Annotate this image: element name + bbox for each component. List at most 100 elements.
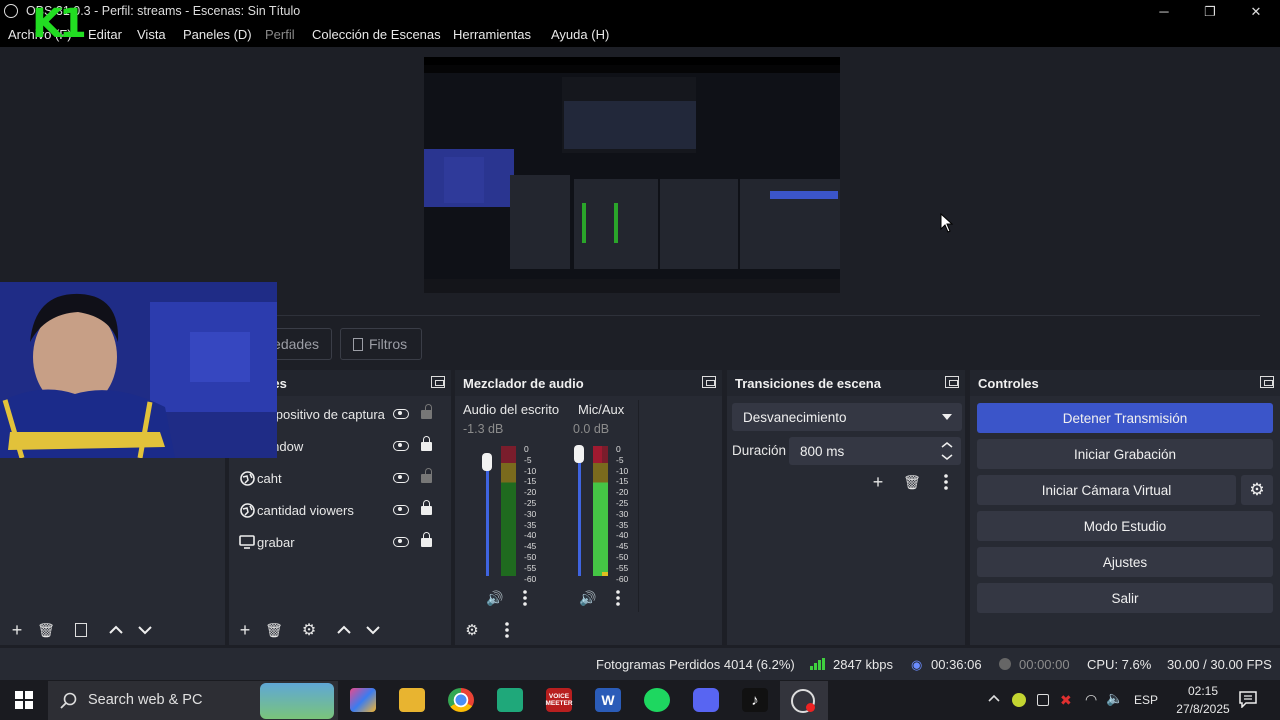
lock-icon[interactable]: [421, 467, 432, 483]
meter-scale-tick: -30: [616, 508, 629, 519]
remove-source-button[interactable]: 🗑: [263, 619, 285, 641]
studio-mode-button[interactable]: Modo Estudio: [977, 511, 1273, 541]
volume-fader-knob[interactable]: [574, 445, 584, 463]
add-source-button[interactable]: +: [234, 619, 256, 641]
audio-mixer-dock: Mezclador de audio Audio del escrito -1.…: [455, 370, 722, 645]
remove-transition-button[interactable]: 🗑: [901, 471, 923, 493]
tray-app-icon[interactable]: [1012, 693, 1026, 707]
undock-icon[interactable]: [702, 376, 716, 388]
clock-time[interactable]: 02:15: [1182, 684, 1224, 698]
maximize-button[interactable]: ❐: [1187, 0, 1233, 23]
menu-paneles[interactable]: Paneles (D): [183, 27, 252, 42]
visibility-eye-icon[interactable]: [393, 473, 409, 483]
mute-speaker-icon[interactable]: 🔊: [577, 587, 599, 609]
add-transition-button[interactable]: +: [867, 471, 889, 493]
spin-arrows-icon[interactable]: [941, 442, 953, 460]
meter-scale-tick: -15: [524, 476, 537, 487]
source-item[interactable]: cantidad viowers: [229, 494, 451, 526]
volume-fader[interactable]: [578, 454, 581, 576]
chevron-up-icon[interactable]: [988, 694, 1000, 702]
taskbar-search-box[interactable]: Search web & PC: [48, 681, 338, 720]
source-item[interactable]: caht: [229, 462, 451, 494]
spotify-icon[interactable]: [644, 688, 670, 712]
monitor-icon: [239, 534, 255, 550]
source-properties-gear-icon[interactable]: ⚙: [298, 619, 320, 641]
word-icon[interactable]: W: [595, 688, 621, 712]
kebab-menu-icon: [523, 590, 527, 606]
source-item[interactable]: grabar: [229, 526, 451, 558]
move-scene-up-button[interactable]: [105, 619, 127, 641]
tiktok-icon[interactable]: ♪: [742, 688, 768, 712]
meter-scale-tick: -45: [616, 541, 629, 552]
language-indicator[interactable]: ESP: [1134, 693, 1158, 707]
meter-scale-tick: -50: [524, 551, 537, 562]
visibility-eye-icon[interactable]: [393, 537, 409, 547]
exit-button[interactable]: Salir: [977, 583, 1273, 613]
volume-icon[interactable]: 🔈: [1106, 690, 1123, 707]
transition-menu-button[interactable]: [935, 471, 957, 493]
move-scene-down-button[interactable]: [134, 619, 156, 641]
close-button[interactable]: ✕: [1233, 0, 1279, 23]
menu-vista[interactable]: Vista: [137, 27, 166, 42]
transition-select[interactable]: Desvanecimiento: [732, 403, 962, 431]
stop-streaming-button[interactable]: Detener Transmisión: [977, 403, 1273, 433]
mixer-menu-button[interactable]: [496, 619, 518, 641]
move-source-up-button[interactable]: [333, 619, 355, 641]
tray-camera-icon[interactable]: [1037, 694, 1049, 706]
voicemeeter-icon[interactable]: VOICE MEETER: [545, 688, 573, 712]
webcam-image: [0, 282, 277, 458]
undock-icon[interactable]: [1260, 376, 1274, 388]
menu-herramientas[interactable]: Herramientas: [453, 27, 531, 42]
file-explorer-icon[interactable]: [399, 688, 425, 712]
duration-value: 800 ms: [800, 443, 845, 459]
k1-overlay-logo: K1: [32, 1, 87, 47]
menu-perfil[interactable]: Perfil: [265, 27, 295, 42]
duration-spinbox[interactable]: 800 ms: [789, 437, 961, 465]
settings-button[interactable]: Ajustes: [977, 547, 1273, 577]
volume-fader[interactable]: [486, 454, 489, 576]
add-scene-button[interactable]: +: [6, 619, 28, 641]
pycharm-icon[interactable]: [497, 688, 523, 712]
virtual-camera-settings-gear-icon[interactable]: ⚙: [1241, 475, 1273, 505]
lock-icon[interactable]: [421, 435, 432, 451]
channel-menu-button[interactable]: [514, 587, 536, 609]
scene-filters-button[interactable]: [70, 619, 92, 641]
menu-editar[interactable]: Editar: [88, 27, 122, 42]
discord-icon[interactable]: [693, 688, 719, 712]
start-virtual-camera-button[interactable]: Iniciar Cámara Virtual: [977, 475, 1236, 505]
lock-icon[interactable]: [421, 403, 432, 419]
meter-scale-tick: -55: [616, 562, 629, 573]
minimize-button[interactable]: ─: [1141, 0, 1187, 23]
obs-taskbar-active[interactable]: [780, 681, 828, 720]
mute-speaker-icon[interactable]: 🔊: [484, 587, 506, 609]
notifications-icon[interactable]: [1239, 691, 1257, 708]
copilot-icon[interactable]: [350, 688, 376, 712]
chevron-down-icon: [138, 626, 152, 635]
move-source-down-button[interactable]: [362, 619, 384, 641]
undock-icon[interactable]: [431, 376, 445, 388]
visibility-eye-icon[interactable]: [393, 505, 409, 515]
status-bar: Fotogramas Perdidos 4014 (6.2%) 2847 kbp…: [0, 648, 1280, 680]
chrome-icon[interactable]: [448, 688, 474, 712]
visibility-eye-icon[interactable]: [393, 409, 409, 419]
undock-icon[interactable]: [945, 376, 959, 388]
wifi-icon[interactable]: ◠: [1085, 691, 1097, 708]
menu-ayuda[interactable]: Ayuda (H): [551, 27, 609, 42]
meter-scale-tick: -20: [524, 487, 537, 498]
tab-filters[interactable]: Filtros: [340, 328, 422, 360]
windows-start-icon[interactable]: [15, 691, 33, 709]
volume-fader-knob[interactable]: [482, 453, 492, 471]
channel-menu-button[interactable]: [607, 587, 629, 609]
lock-icon[interactable]: [421, 499, 432, 515]
scene-preview-canvas[interactable]: [424, 57, 840, 293]
clock-date[interactable]: 27/8/2025: [1168, 702, 1238, 716]
transitions-title: Transiciones de escena: [735, 375, 881, 391]
tab-filters-label: Filtros: [369, 336, 408, 352]
start-recording-button[interactable]: Iniciar Grabación: [977, 439, 1273, 469]
lock-icon[interactable]: [421, 531, 432, 547]
remove-scene-button[interactable]: 🗑: [35, 619, 57, 641]
tray-voicemeeter-icon[interactable]: ✖: [1060, 692, 1072, 709]
menu-coleccion-escenas[interactable]: Colección de Escenas: [312, 27, 441, 42]
visibility-eye-icon[interactable]: [393, 441, 409, 451]
advanced-audio-gear-icon[interactable]: ⚙: [461, 619, 483, 641]
